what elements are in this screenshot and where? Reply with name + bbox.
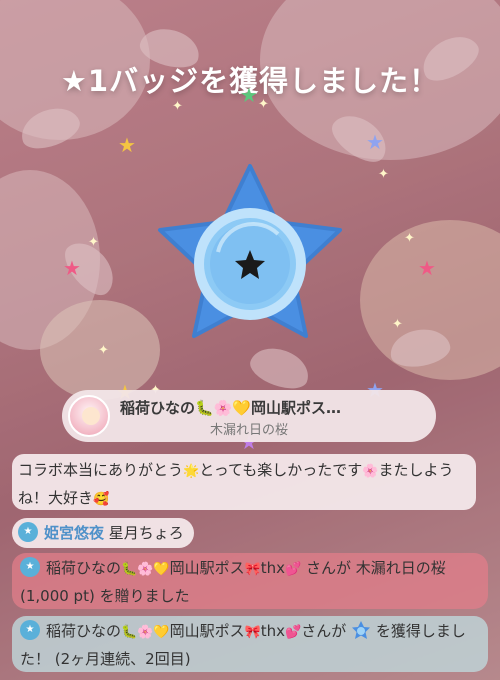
chat-text: コラボ本当にありがとう — [18, 461, 184, 479]
user-badge-icon — [20, 557, 40, 577]
chat-username: thx — [260, 559, 286, 577]
chat-username[interactable]: 稲荷ひなの — [46, 622, 121, 640]
streamer-card[interactable]: 稲荷ひなの🐛🌸💛岡山駅ポス… 木漏れ日の桜 — [62, 390, 436, 442]
smile-emoji-icon: 🥰 — [93, 492, 110, 507]
sparkle-icon: ✦ — [378, 167, 389, 182]
heart-emoji-icon: 💕 — [285, 625, 302, 640]
sparkle-star-icon: ★ — [366, 130, 384, 154]
chat-username[interactable]: 稲荷ひなの — [46, 559, 121, 577]
sparkle-star-icon: ★ — [418, 256, 436, 280]
chat-username: thx — [260, 622, 286, 640]
badge-text: さんが — [301, 622, 347, 640]
chat-message: コラボ本当にありがとう🌟とっても楽しかったです🌸またしようね！大好き🥰 — [12, 454, 476, 510]
chat-message: 姫宮悠夜 星月ちょろ — [12, 518, 194, 548]
streamer-name: 稲荷ひなの🐛🌸💛岡山駅ポス… — [120, 399, 342, 417]
sparkle-icon: ✦ — [404, 231, 415, 246]
chat-username: 岡山駅ポス — [169, 559, 245, 577]
sparkle-star-icon: ★ — [118, 133, 136, 157]
chat-username: 岡山駅ポス — [169, 622, 245, 640]
chat-text: とっても楽しかったです — [199, 461, 363, 479]
badge-notification: 稲荷ひなの🐛🌸💛岡山駅ポス🎀thx💕さんが を獲得しました！ (2ヶ月連続、2回… — [12, 616, 488, 672]
sparkle-star-icon: ★ — [63, 256, 81, 280]
stream-background: ★1バッジを獲得しました！ ★ ★ ★ ★ ★ ★ ★ ★ ✦ ✦ ✦ ✦ ✦ … — [0, 0, 500, 680]
ribbon-emoji-icon: 🎀 — [244, 562, 261, 577]
emoji-icon: 🐛🌸💛 — [121, 625, 170, 640]
chat-username[interactable]: 姫宮悠夜 — [44, 524, 104, 542]
chat-text: 星月ちょろ — [108, 524, 184, 542]
star-badge-icon — [158, 164, 342, 338]
user-badge-icon — [20, 620, 40, 640]
sparkle-icon: ✦ — [88, 235, 99, 250]
sparkle-icon: ✦ — [98, 343, 109, 358]
flower-emoji-icon: 🌸 — [362, 464, 379, 479]
streamer-subtitle: 木漏れ日の桜 — [209, 423, 288, 438]
gift-notification: 稲荷ひなの🐛🌸💛岡山駅ポス🎀thx💕 さんが 木漏れ日の桜 (1,000 pt)… — [12, 553, 488, 609]
star-emoji-icon: 🌟 — [183, 464, 200, 479]
ribbon-emoji-icon: 🎀 — [244, 625, 261, 640]
sparkle-icon: ✦ — [258, 97, 269, 112]
sparkle-icon: ✦ — [172, 99, 183, 114]
emoji-icon: 🐛🌸💛 — [121, 562, 170, 577]
user-badge-icon — [18, 522, 38, 542]
small-star-badge-icon — [352, 621, 371, 639]
sparkle-star-icon: ★ — [240, 83, 258, 107]
heart-emoji-icon: 💕 — [285, 562, 302, 577]
sparkle-icon: ✦ — [392, 317, 403, 332]
